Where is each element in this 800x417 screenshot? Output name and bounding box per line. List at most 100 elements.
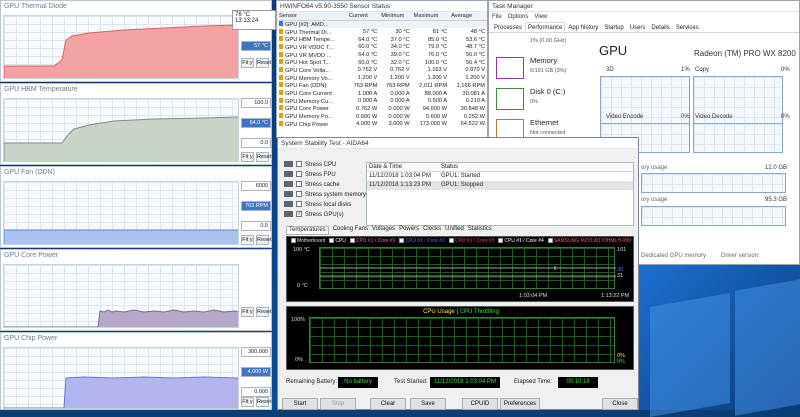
column-header[interactable]: Current: [346, 12, 380, 21]
task-manager-titlebar[interactable]: Task Manager: [489, 1, 799, 12]
start-button[interactable]: Start: [282, 398, 318, 410]
legend-checkbox[interactable]: [291, 238, 296, 244]
column-header[interactable]: Sensor: [277, 12, 347, 21]
min-value-box[interactable]: 0.0: [241, 221, 271, 231]
fit-y-button[interactable]: Fit y: [241, 397, 254, 407]
legend-item[interactable]: CPU #1 / Core #1: [349, 238, 395, 244]
tab-details[interactable]: Details: [648, 22, 672, 32]
stress-option[interactable]: Stress local disks: [284, 201, 351, 210]
legend-item[interactable]: CPU: [329, 238, 346, 244]
stress-option[interactable]: ✓ Stress GPU(s): [284, 211, 344, 220]
reset-button[interactable]: Reset: [256, 307, 271, 317]
sensor-icon: [279, 97, 283, 103]
sensor-row[interactable]: GPU Memory Vo... 1.200 V 1.200 V 1.200 V 1.2…: [277, 74, 487, 82]
menu-view[interactable]: View: [534, 12, 547, 22]
reset-button[interactable]: Reset: [256, 235, 271, 245]
stress-checkbox[interactable]: [296, 191, 302, 198]
column-header[interactable]: Average: [449, 12, 487, 21]
legend-checkbox[interactable]: [448, 238, 454, 244]
tab-clocks[interactable]: Clocks: [423, 226, 441, 235]
stress-option[interactable]: Stress CPU: [284, 161, 336, 170]
stress-checkbox[interactable]: [296, 181, 302, 188]
tab-processes[interactable]: Processes: [491, 22, 525, 32]
sensor-row[interactable]: GPU Memory Po... 0.600 W 0.000 W 0.600 W 0.2…: [277, 113, 487, 121]
stress-checkbox[interactable]: [296, 201, 302, 208]
sensor-row[interactable]: GPU [#2]: AMD...: [277, 20, 487, 29]
legend-item[interactable]: SAMSUNG MZVLW1T0HMLH-000: [547, 238, 631, 244]
column-header[interactable]: Minimum: [379, 12, 412, 21]
fit-y-button[interactable]: Fit y: [241, 307, 254, 317]
legend-item[interactable]: Motherboard: [291, 238, 325, 244]
legend-checkbox[interactable]: [329, 238, 335, 244]
sensor-row[interactable]: GPU HBM Tempe... 64.0 °C 37.0 °C 85.0 °C 53.…: [277, 36, 487, 44]
sensor-average-cell: 56.4 °C: [449, 59, 487, 67]
sensor-row[interactable]: GPU Core Volta... 0.762 V 0.762 V 1.163 V 0.…: [277, 66, 487, 75]
cpuid-button[interactable]: CPUID: [462, 398, 498, 410]
stress-checkbox[interactable]: [296, 171, 302, 178]
sensor-row[interactable]: GPU Thermal Di... 57 °C 30 °C 81 °C 48 °C: [277, 28, 487, 36]
reset-button[interactable]: Reset: [256, 397, 271, 407]
tab-temperatures[interactable]: Temperatures: [286, 226, 329, 235]
sidebar-item-memory[interactable]: Memory 6/191 GB (3%): [493, 52, 593, 82]
stress-option[interactable]: Stress system memory: [284, 191, 366, 200]
tab-performance[interactable]: Performance: [525, 22, 566, 32]
legend-item[interactable]: CPU #1 / Core #4: [498, 238, 544, 244]
log-row[interactable]: 11/12/2018 1:03:04 PM GPU1: Started: [367, 172, 633, 181]
elapsed-time-label: Elapsed Time:: [514, 379, 553, 385]
max-value-box[interactable]: 6000: [241, 181, 271, 191]
legend-item[interactable]: CPU #1 / Core #2: [399, 238, 445, 244]
tab-app-history[interactable]: App history: [565, 22, 601, 32]
preferences-button[interactable]: Preferences: [500, 398, 540, 410]
aida64-titlebar[interactable]: System Stability Test - AIDA64: [278, 138, 638, 149]
menu-file[interactable]: File: [492, 12, 502, 22]
stress-option[interactable]: Stress FPU: [284, 171, 336, 180]
sensor-row[interactable]: GPU VR MVDD ... 64.0 °C 39.0 °C 76.0 °C 56.0…: [277, 51, 487, 59]
clear-button[interactable]: Clear: [370, 398, 406, 410]
legend-checkbox[interactable]: [547, 238, 553, 244]
legend-checkbox[interactable]: [498, 238, 504, 244]
fit-y-button[interactable]: Fit y: [241, 58, 254, 68]
save-button[interactable]: Save: [410, 398, 446, 410]
legend-checkbox[interactable]: [399, 238, 405, 244]
hwinfo-titlebar[interactable]: HWiNFO64 v5.90-3550 Sensor Status: [277, 1, 487, 12]
sensor-row[interactable]: GPU Hot Spot T... 60.0 °C 32.0 °C 100.0 °C 5…: [277, 59, 487, 67]
fit-y-button[interactable]: Fit y: [241, 152, 254, 162]
tab-powers[interactable]: Powers: [399, 226, 419, 235]
log-header-datetime[interactable]: Date & Time: [367, 163, 441, 171]
tab-users[interactable]: Users: [627, 22, 649, 32]
min-value-box[interactable]: 0.0: [241, 138, 271, 148]
log-row[interactable]: 11/12/2018 1:13:23 PM GPU1: Stopped: [367, 181, 633, 190]
fit-y-button[interactable]: Fit y: [241, 235, 254, 245]
close-button[interactable]: Close: [602, 398, 638, 410]
sidebar-item-disk[interactable]: Disk 0 (C:) 0%: [493, 83, 593, 113]
log-header-status[interactable]: Status: [441, 163, 458, 171]
tab-statistics[interactable]: Statistics: [468, 226, 492, 235]
sensor-minimum-cell: 30 °C: [379, 28, 411, 36]
stress-option[interactable]: Stress cache: [284, 181, 340, 190]
tab-cooling-fans[interactable]: Cooling Fans: [333, 226, 368, 235]
stress-checkbox[interactable]: [296, 161, 302, 168]
reset-button[interactable]: Reset: [256, 58, 271, 68]
sidebar-item-cpu[interactable]: 1% (0.00 GHz): [493, 34, 593, 50]
column-header[interactable]: Maximum: [411, 12, 450, 21]
sensor-row[interactable]: GPU Core Current 1.000 A 0.000 A 88.000 A 30…: [277, 90, 487, 98]
tab-services[interactable]: Services: [673, 22, 702, 32]
legend-checkbox[interactable]: [349, 238, 355, 244]
stop-button[interactable]: Stop: [320, 398, 356, 410]
min-value-box[interactable]: 0.000: [241, 387, 271, 397]
tab-voltages[interactable]: Voltages: [372, 226, 395, 235]
sensor-current-cell: 4.000 W: [347, 120, 379, 128]
legend-item[interactable]: CPU #1 / Core #3: [448, 238, 494, 244]
stress-checkbox[interactable]: ✓: [296, 211, 302, 218]
tab-startup[interactable]: Startup: [601, 22, 626, 32]
sensor-row[interactable]: GPU Chip Power 4.000 W 3.000 W 173.000 W 64.…: [277, 120, 487, 128]
sensor-row[interactable]: GPU VR VDDC T... 60.0 °C 34.0 °C 79.0 °C 48.…: [277, 43, 487, 52]
reset-button[interactable]: Reset: [256, 152, 271, 162]
tab-unified[interactable]: Unified: [445, 226, 464, 235]
sensor-row[interactable]: GPU Memory Cu... 0.000 A 0.000 A 0.500 A 0.2…: [277, 97, 487, 105]
menu-options[interactable]: Options: [508, 12, 529, 22]
sensor-row[interactable]: GPU Fan (DDN) 763 RPM 763 RPM 2,011 RPM 1,16…: [277, 82, 487, 90]
max-value-box[interactable]: 100.0: [241, 98, 271, 108]
sensor-row[interactable]: GPU Core Power 0.762 W 0.000 W 94.600 W 30.8…: [277, 105, 487, 113]
max-value-box[interactable]: 300.000: [241, 347, 271, 357]
